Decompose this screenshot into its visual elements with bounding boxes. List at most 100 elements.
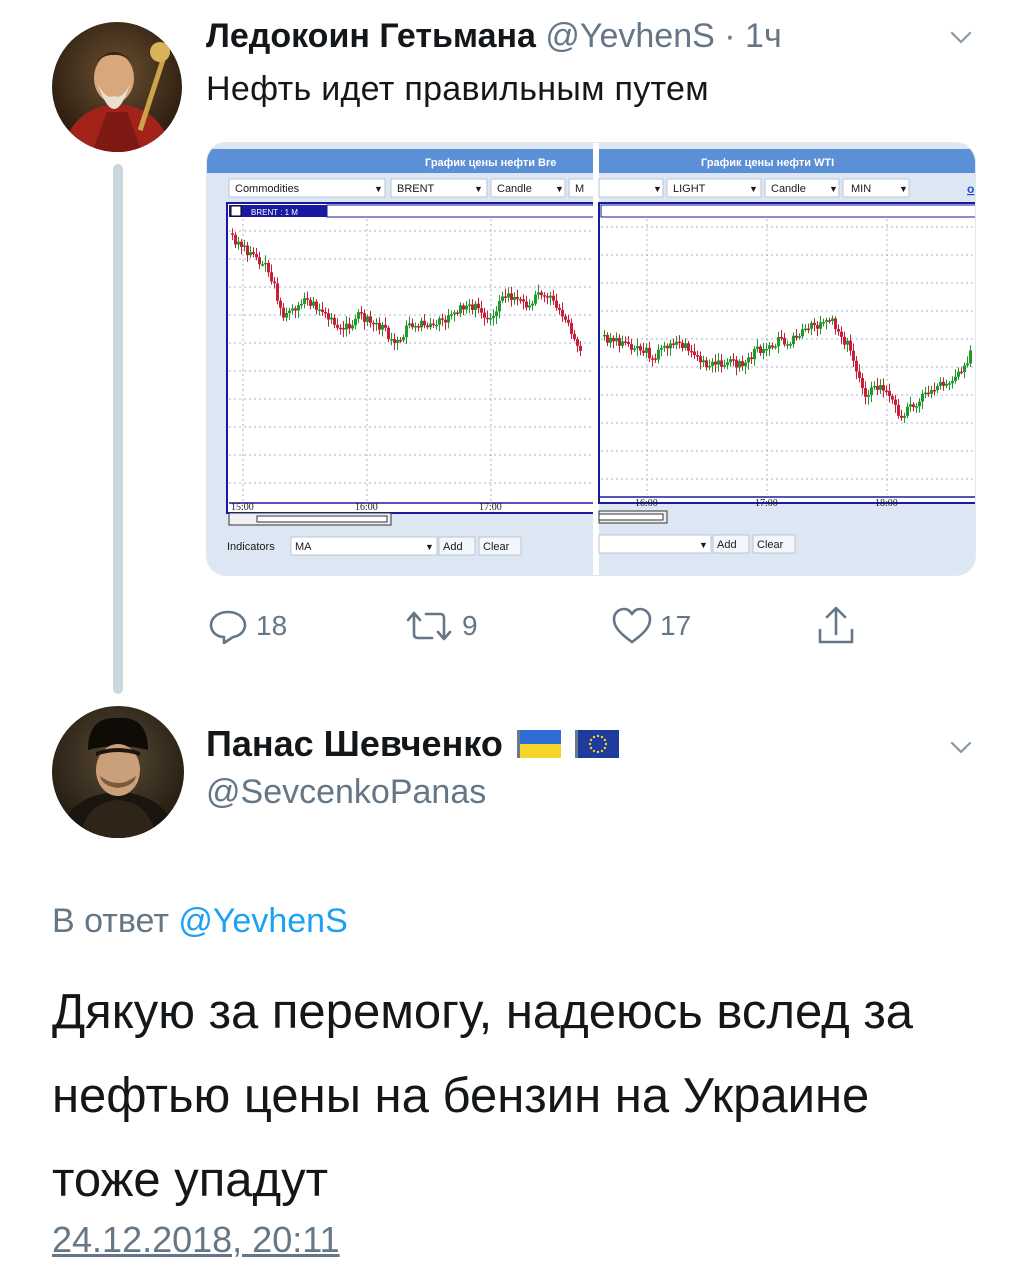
right-candle xyxy=(633,348,636,350)
left-candle xyxy=(396,339,399,343)
right-candle xyxy=(774,346,777,348)
tweet-media[interactable]: График цены нефти Bre Commodities ▼ BREN… xyxy=(206,142,976,576)
left-candle xyxy=(351,325,354,329)
right-candle xyxy=(867,395,870,397)
right-candle xyxy=(657,349,660,360)
left-candle xyxy=(318,309,321,312)
eu-star xyxy=(592,735,596,739)
avatar[interactable] xyxy=(52,706,184,838)
tweet-timestamp[interactable]: 24.12.2018, 20:11 xyxy=(52,1218,340,1262)
left-candle xyxy=(246,245,249,256)
right-candle xyxy=(711,361,714,366)
left-candle xyxy=(324,311,327,314)
left-candle xyxy=(402,337,405,341)
right-candle xyxy=(786,344,789,346)
author-handle[interactable]: @SevcenkoPanas xyxy=(206,772,486,812)
left-candle xyxy=(393,339,396,343)
left-candle xyxy=(387,327,390,340)
right-candle xyxy=(831,318,834,322)
tick-label: 16:00 xyxy=(355,502,378,513)
right-candle xyxy=(771,345,774,348)
share-button[interactable] xyxy=(814,602,858,650)
like-count: 17 xyxy=(660,610,692,641)
separator-dot: · xyxy=(724,17,736,55)
left-candle xyxy=(537,292,540,295)
left-candle xyxy=(471,304,474,310)
right-candle xyxy=(654,358,657,360)
right-candle xyxy=(744,362,747,367)
right-candle xyxy=(666,345,669,349)
right-candle xyxy=(720,360,723,367)
left-candle xyxy=(381,324,384,330)
left-candle xyxy=(453,312,456,315)
chevron-down-icon[interactable] xyxy=(950,736,972,758)
right-candle xyxy=(828,320,831,322)
author-name[interactable]: Панас Шевченко xyxy=(206,722,503,766)
right-candle xyxy=(933,389,936,392)
left-candle xyxy=(420,320,423,328)
right-candle xyxy=(627,341,630,345)
author-name-row: Панас Шевченко xyxy=(206,722,619,766)
left-chart-panel: График цены нефти Bre Commodities ▼ BREN… xyxy=(207,143,596,575)
right-candle xyxy=(882,385,885,391)
right-candle xyxy=(939,381,942,386)
left-candle xyxy=(504,296,507,298)
left-dropdowns[interactable]: Commodities ▼ BRENT ▼ Candle ▼ M xyxy=(228,178,596,198)
right-candle xyxy=(741,361,744,367)
right-candle xyxy=(885,390,888,393)
right-candle xyxy=(756,346,759,349)
tweet-time[interactable]: 1ч xyxy=(745,17,782,55)
retweet-button[interactable]: 9 xyxy=(402,602,478,650)
reply-button[interactable]: 18 xyxy=(206,602,287,650)
left-candle xyxy=(408,323,411,326)
right-candle xyxy=(897,404,900,416)
eu-star xyxy=(600,749,604,753)
left-candle xyxy=(339,327,342,330)
right-candle xyxy=(747,357,750,363)
eu-star xyxy=(592,749,596,753)
right-chart-panel: График цены нефти WTI ▼ LIGHT ▼ Candle ▼… xyxy=(598,143,975,575)
right-candle xyxy=(879,385,882,390)
right-candle xyxy=(693,351,696,356)
tick-label: 18:00 xyxy=(875,498,898,509)
eu-star xyxy=(589,746,593,750)
svg-text:▼: ▼ xyxy=(899,184,908,194)
reply-mention-link[interactable]: @YevhenS xyxy=(178,902,347,940)
svg-text:▼: ▼ xyxy=(555,184,564,194)
right-candle xyxy=(852,350,855,361)
right-candle xyxy=(621,341,624,346)
left-candle xyxy=(513,297,516,300)
left-candle xyxy=(255,253,258,258)
reply-context: В ответ @YevhenS xyxy=(52,900,348,942)
dropdown-light: LIGHT xyxy=(673,183,706,195)
left-candle xyxy=(390,339,393,341)
right-indicators-bar[interactable]: ▼ Add Clear xyxy=(598,534,796,554)
clear-button: Clear xyxy=(757,539,784,551)
right-candle xyxy=(687,343,690,351)
left-candle xyxy=(435,324,438,327)
like-button[interactable]: 17 xyxy=(610,602,691,650)
tick-label: 17:00 xyxy=(479,502,502,513)
left-candle xyxy=(240,241,243,247)
right-candle xyxy=(804,328,807,331)
left-candle xyxy=(423,320,426,326)
right-candle xyxy=(690,350,693,353)
instrument-tag: BRENT : 1 M xyxy=(251,208,298,217)
left-candle xyxy=(576,339,579,346)
right-candle xyxy=(807,328,810,331)
right-candle xyxy=(708,365,711,368)
left-candle xyxy=(546,296,549,298)
left-candle xyxy=(522,299,525,302)
svg-text:▼: ▼ xyxy=(374,184,383,194)
chevron-down-icon[interactable] xyxy=(950,26,972,48)
right-candle xyxy=(903,415,906,418)
avatar[interactable] xyxy=(52,22,182,152)
right-candle xyxy=(624,341,627,343)
author-handle[interactable]: @YevhenS xyxy=(545,17,714,55)
reply-prefix: В ответ xyxy=(52,902,169,940)
svg-text:▼: ▼ xyxy=(699,540,708,550)
left-candle xyxy=(276,283,279,301)
author-name[interactable]: Ледокоин Гетьмана xyxy=(206,17,536,55)
left-candle xyxy=(510,293,513,300)
left-candle xyxy=(336,324,339,328)
